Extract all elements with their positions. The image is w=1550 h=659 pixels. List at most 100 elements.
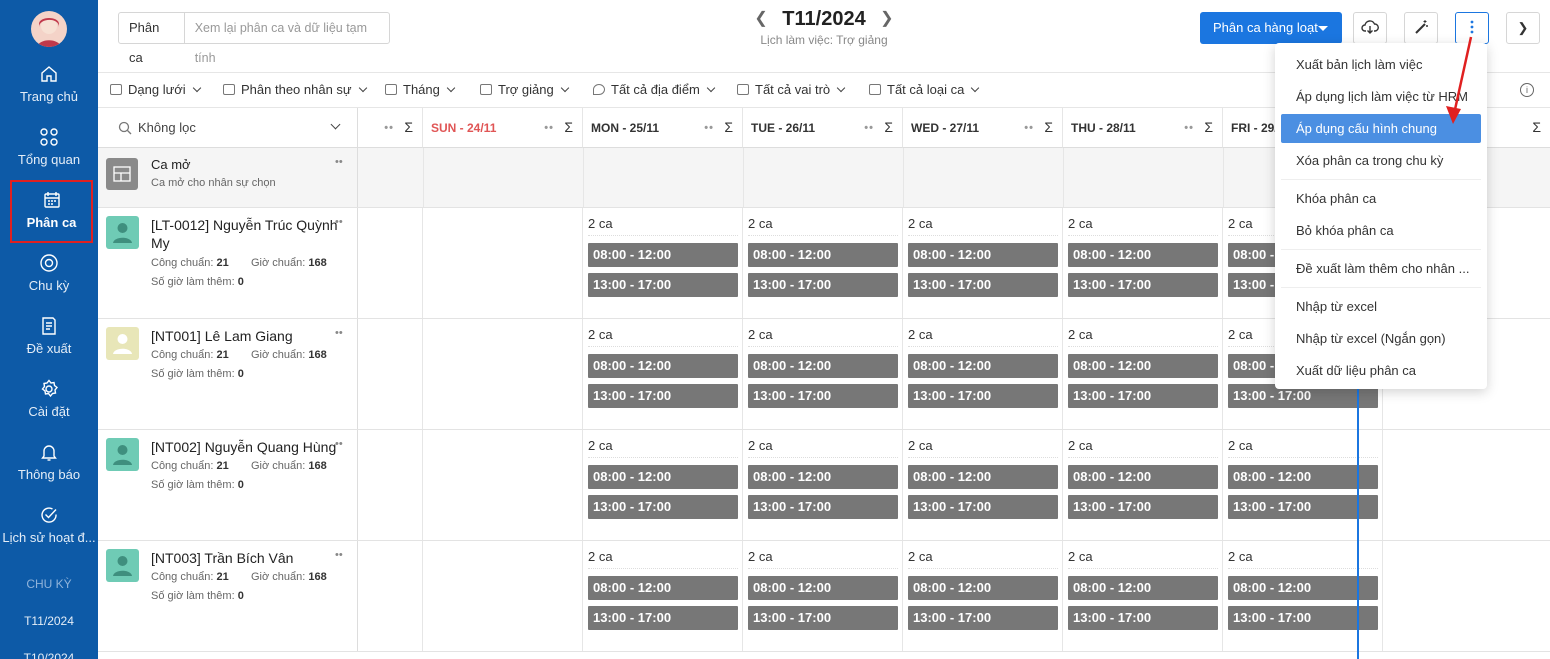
shift-block[interactable]: 13:00 - 17:00: [588, 606, 738, 630]
shift-block[interactable]: 13:00 - 17:00: [748, 384, 898, 408]
menu-item-import-excel[interactable]: Nhập từ excel: [1281, 292, 1481, 321]
shift-block[interactable]: 13:00 - 17:00: [1228, 606, 1378, 630]
shift-cell[interactable]: 2 ca 08:00 - 12:00 13:00 - 17:00: [583, 541, 743, 651]
shift-cell[interactable]: 2 ca 08:00 - 12:00 13:00 - 17:00: [1223, 430, 1383, 540]
more-horizontal-icon[interactable]: ••: [1184, 122, 1194, 134]
bulk-assign-button[interactable]: Phân ca hàng loạt: [1200, 12, 1342, 44]
sigma-icon[interactable]: Σ: [564, 119, 573, 135]
shift-block[interactable]: 08:00 - 12:00: [748, 576, 898, 600]
shift-block[interactable]: 13:00 - 17:00: [1228, 495, 1378, 519]
shift-block[interactable]: 13:00 - 17:00: [908, 606, 1058, 630]
sidebar-item-activity-history[interactable]: Lịch sử hoạt đ...: [0, 505, 98, 565]
shift-block[interactable]: 13:00 - 17:00: [908, 384, 1058, 408]
more-horizontal-icon[interactable]: ••: [335, 216, 343, 228]
more-horizontal-icon[interactable]: ••: [335, 549, 343, 561]
shift-cell[interactable]: 2 ca 08:00 - 12:00 13:00 - 17:00: [1223, 541, 1383, 651]
shift-type-dropdown[interactable]: Tất cả loại ca: [869, 82, 980, 97]
shift-block[interactable]: 08:00 - 12:00: [1228, 465, 1378, 489]
shift-block[interactable]: 08:00 - 12:00: [908, 465, 1058, 489]
shift-cell[interactable]: 2 ca 08:00 - 12:00 13:00 - 17:00: [1063, 319, 1223, 429]
employee-cell[interactable]: [NT001] Lê Lam Giang •• Công chuẩn: 21 Giờ …: [98, 319, 358, 429]
sidebar-item-shift[interactable]: Phân ca: [10, 180, 93, 243]
shift-block[interactable]: 08:00 - 12:00: [748, 243, 898, 267]
menu-item-unlock[interactable]: Bỏ khóa phân ca: [1281, 216, 1481, 245]
cloud-download-button[interactable]: [1353, 12, 1387, 44]
day-cell[interactable]: [423, 319, 583, 429]
employee-cell[interactable]: [NT003] Trần Bích Vân •• Công chuẩn: 21 Giờ…: [98, 541, 358, 651]
magic-wand-button[interactable]: [1404, 12, 1438, 44]
shift-block[interactable]: 08:00 - 12:00: [748, 465, 898, 489]
day-cell[interactable]: [423, 208, 583, 318]
role-dropdown[interactable]: Trợ giảng: [480, 82, 569, 97]
sidebar-item-overview[interactable]: Tổng quan: [0, 127, 98, 187]
shift-block[interactable]: 13:00 - 17:00: [748, 495, 898, 519]
shift-block[interactable]: 08:00 - 12:00: [1068, 576, 1218, 600]
shift-block[interactable]: 08:00 - 12:00: [1068, 465, 1218, 489]
menu-item-propose-overtime[interactable]: Đề xuất làm thêm cho nhân ...: [1281, 254, 1481, 283]
sigma-icon[interactable]: Σ: [404, 119, 413, 135]
shift-cell[interactable]: 2 ca 08:00 - 12:00 13:00 - 17:00: [903, 319, 1063, 429]
shift-cell[interactable]: 2 ca 08:00 - 12:00 13:00 - 17:00: [743, 208, 903, 318]
shift-cell[interactable]: 2 ca 08:00 - 12:00 13:00 - 17:00: [583, 430, 743, 540]
shift-block[interactable]: 13:00 - 17:00: [1068, 273, 1218, 297]
shift-cell[interactable]: 2 ca 08:00 - 12:00 13:00 - 17:00: [1063, 541, 1223, 651]
cycle-item[interactable]: T10/2024: [0, 651, 98, 659]
more-horizontal-icon[interactable]: ••: [335, 327, 343, 339]
shift-cell[interactable]: 2 ca 08:00 - 12:00 13:00 - 17:00: [743, 541, 903, 651]
sidebar-item-cycle[interactable]: Chu kỳ: [0, 253, 98, 313]
sigma-icon[interactable]: Σ: [724, 119, 733, 135]
user-avatar[interactable]: [31, 11, 67, 47]
prev-month-icon[interactable]: ❮: [754, 8, 767, 28]
day-cell[interactable]: [423, 430, 583, 540]
next-month-icon[interactable]: ❯: [880, 8, 893, 28]
day-cell[interactable]: [358, 541, 423, 651]
shift-cell[interactable]: 2 ca 08:00 - 12:00 13:00 - 17:00: [1063, 430, 1223, 540]
more-horizontal-icon[interactable]: ••: [335, 156, 343, 168]
shift-block[interactable]: 08:00 - 12:00: [588, 465, 738, 489]
shift-block[interactable]: 13:00 - 17:00: [588, 384, 738, 408]
shift-block[interactable]: 08:00 - 12:00: [748, 354, 898, 378]
menu-item-import-excel-short[interactable]: Nhập từ excel (Ngắn gọn): [1281, 324, 1481, 353]
menu-item-export-data[interactable]: Xuất dữ liệu phân ca: [1281, 356, 1481, 385]
employee-cell[interactable]: [NT002] Nguyễn Quang Hùng •• Công chuẩn: 2…: [98, 430, 358, 540]
shift-cell[interactable]: 2 ca 08:00 - 12:00 13:00 - 17:00: [743, 319, 903, 429]
shift-block[interactable]: 13:00 - 17:00: [588, 273, 738, 297]
more-horizontal-icon[interactable]: ••: [544, 122, 554, 134]
sidebar-item-proposal[interactable]: Đề xuất: [0, 316, 98, 376]
shift-block[interactable]: 08:00 - 12:00: [908, 243, 1058, 267]
location-dropdown[interactable]: Tất cả địa điểm: [593, 82, 716, 97]
sidebar-item-notifications[interactable]: Thông báo: [0, 442, 98, 502]
sidebar-item-home[interactable]: Trang chủ: [0, 64, 98, 124]
shift-block[interactable]: 13:00 - 17:00: [908, 273, 1058, 297]
shift-block[interactable]: 08:00 - 12:00: [908, 354, 1058, 378]
shift-cell[interactable]: 2 ca 08:00 - 12:00 13:00 - 17:00: [583, 208, 743, 318]
next-button[interactable]: ❯: [1506, 12, 1540, 44]
more-horizontal-icon[interactable]: ••: [1024, 122, 1034, 134]
info-icon[interactable]: i: [1520, 83, 1534, 97]
day-cell[interactable]: [358, 319, 423, 429]
more-horizontal-icon[interactable]: ••: [864, 122, 874, 134]
sidebar-item-settings[interactable]: Cài đặt: [0, 379, 98, 439]
employee-cell[interactable]: [LT-0012] Nguyễn Trúc Quỳnh My •• Công chu…: [98, 208, 358, 318]
shift-block[interactable]: 08:00 - 12:00: [1068, 354, 1218, 378]
shift-block[interactable]: 13:00 - 17:00: [1068, 606, 1218, 630]
day-cell[interactable]: [358, 430, 423, 540]
more-horizontal-icon[interactable]: ••: [704, 122, 714, 134]
sigma-icon[interactable]: Σ: [1532, 119, 1541, 135]
shift-block[interactable]: 08:00 - 12:00: [1228, 576, 1378, 600]
shift-cell[interactable]: 2 ca 08:00 - 12:00 13:00 - 17:00: [903, 430, 1063, 540]
sigma-icon[interactable]: Σ: [1204, 119, 1213, 135]
shift-block[interactable]: 08:00 - 12:00: [1068, 243, 1218, 267]
shift-block[interactable]: 08:00 - 12:00: [588, 354, 738, 378]
day-cell[interactable]: [358, 208, 423, 318]
shift-block[interactable]: 13:00 - 17:00: [1068, 495, 1218, 519]
group-by-dropdown[interactable]: Phân theo nhân sự: [223, 82, 367, 97]
position-dropdown[interactable]: Tất cả vai trò: [737, 82, 846, 97]
shift-block[interactable]: 08:00 - 12:00: [588, 576, 738, 600]
shift-block[interactable]: 08:00 - 12:00: [588, 243, 738, 267]
shift-cell[interactable]: 2 ca 08:00 - 12:00 13:00 - 17:00: [743, 430, 903, 540]
shift-block[interactable]: 13:00 - 17:00: [748, 273, 898, 297]
cycle-item[interactable]: T11/2024: [0, 614, 98, 628]
employee-filter[interactable]: Không lọc: [98, 108, 358, 148]
shift-block[interactable]: 13:00 - 17:00: [588, 495, 738, 519]
